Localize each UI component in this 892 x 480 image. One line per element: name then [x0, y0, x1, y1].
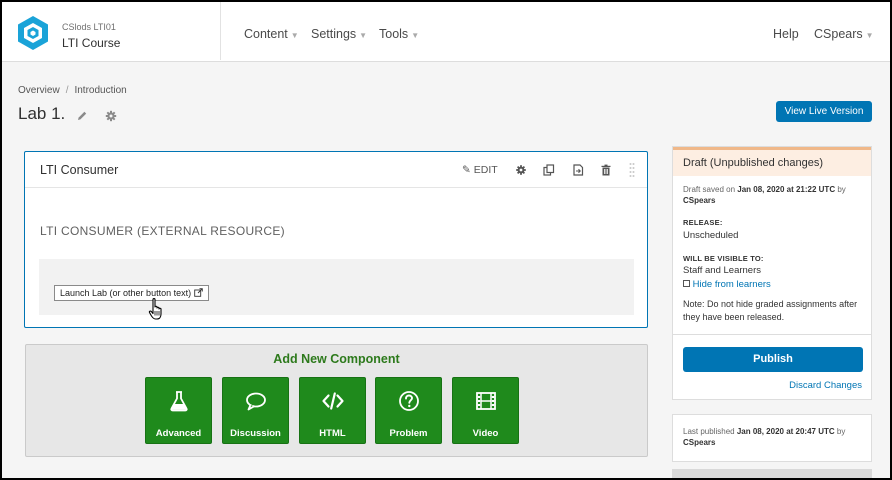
- page-title: Lab 1.: [18, 104, 66, 123]
- component-header: LTI Consumer ✎ EDIT: [25, 152, 647, 188]
- component-type-heading: LTI CONSUMER (EXTERNAL RESOURCE): [40, 224, 285, 238]
- add-advanced-label: Advanced: [155, 428, 202, 439]
- trash-icon[interactable]: [600, 164, 612, 176]
- help-link[interactable]: Help: [773, 27, 799, 41]
- user-name: CSpears: [814, 27, 863, 41]
- last-published-info: Last published Jan 08, 2020 at 20:47 UTC…: [683, 426, 867, 448]
- edit-button[interactable]: ✎ EDIT: [462, 164, 498, 176]
- lti-consumer-component: LTI Consumer ✎ EDIT LTI CONSUMER (EXTERN…: [24, 151, 648, 328]
- hide-from-learners-checkbox[interactable]: Hide from learners: [683, 279, 771, 290]
- code-icon: [322, 392, 344, 410]
- draft-saved-by-word: by: [837, 185, 846, 194]
- studio-logo-icon[interactable]: [16, 15, 50, 51]
- draft-saved-by: CSpears: [683, 196, 716, 205]
- hand-pointer-icon: [148, 298, 162, 320]
- hide-from-learners-label: Hide from learners: [692, 279, 771, 290]
- sidebar-divider: [673, 334, 871, 335]
- nav-content-menu[interactable]: Content ▼: [244, 27, 299, 41]
- question-circle-icon: [399, 391, 419, 411]
- duplicate-icon[interactable]: [543, 164, 555, 176]
- component-preview: Launch Lab (or other button text): [39, 259, 634, 315]
- add-html-label: HTML: [319, 428, 346, 439]
- nav-settings-label: Settings: [311, 27, 357, 41]
- breadcrumb-separator: /: [65, 85, 69, 96]
- chevron-down-icon: ▼: [359, 31, 368, 40]
- last-published-by: CSpears: [683, 438, 716, 447]
- comment-icon: [246, 392, 266, 411]
- gear-icon[interactable]: [515, 164, 527, 176]
- add-problem-button[interactable]: Problem: [375, 377, 442, 444]
- add-discussion-button[interactable]: Discussion: [222, 377, 289, 444]
- discard-changes-link[interactable]: Discard Changes: [789, 380, 862, 391]
- release-value: Unscheduled: [683, 230, 739, 241]
- draft-saved-date: Jan 08, 2020 at 21:22 UTC: [737, 185, 836, 194]
- view-live-button[interactable]: View Live Version: [776, 101, 872, 122]
- draft-saved-prefix: Draft saved on: [683, 185, 736, 194]
- drag-handle-icon[interactable]: [629, 162, 635, 178]
- last-published-date: Jan 08, 2020 at 20:47 UTC: [736, 427, 835, 436]
- release-label: RELEASE:: [683, 218, 723, 227]
- nav-settings-menu[interactable]: Settings ▼: [311, 27, 367, 41]
- pencil-icon: ✎: [462, 164, 471, 176]
- launch-lab-label: Launch Lab (or other button text): [60, 288, 192, 298]
- visibility-value: Staff and Learners: [683, 265, 761, 276]
- course-org: CSlods LTI01: [62, 22, 116, 32]
- last-published-card: Last published Jan 08, 2020 at 20:47 UTC…: [672, 414, 872, 462]
- add-component-panel: Add New Component Advanced Discussion HT…: [25, 344, 648, 457]
- next-card-edge: [672, 469, 872, 480]
- breadcrumb-introduction[interactable]: Introduction: [74, 85, 126, 96]
- gear-icon[interactable]: [105, 110, 117, 122]
- add-video-label: Video: [472, 428, 499, 439]
- breadcrumb: Overview / Introduction: [18, 85, 127, 96]
- chevron-down-icon: ▼: [411, 31, 420, 40]
- add-problem-label: Problem: [389, 428, 428, 439]
- draft-saved-info: Draft saved on Jan 08, 2020 at 21:22 UTC…: [683, 184, 867, 206]
- last-published-by-word: by: [836, 427, 846, 436]
- publish-status-card: Draft (Unpublished changes) Draft saved …: [672, 146, 872, 400]
- visibility-label: WILL BE VISIBLE TO:: [683, 254, 764, 263]
- user-menu[interactable]: CSpears ▼: [814, 27, 874, 41]
- nav-content-label: Content: [244, 27, 288, 41]
- launch-lab-button[interactable]: Launch Lab (or other button text): [54, 285, 209, 301]
- chevron-down-icon: ▼: [865, 31, 874, 40]
- nav-tools-label: Tools: [379, 27, 409, 41]
- course-title[interactable]: LTI Course: [62, 36, 120, 50]
- publish-button[interactable]: Publish: [683, 347, 863, 372]
- film-icon: [476, 392, 496, 410]
- breadcrumb-overview[interactable]: Overview: [18, 85, 60, 96]
- last-published-prefix: Last published: [683, 427, 735, 436]
- visibility-note: Note: Do not hide graded assignments aft…: [683, 299, 858, 322]
- header-divider: [220, 2, 221, 60]
- add-advanced-button[interactable]: Advanced: [145, 377, 212, 444]
- add-html-button[interactable]: HTML: [299, 377, 366, 444]
- chevron-down-icon: ▼: [290, 31, 299, 40]
- move-icon[interactable]: [572, 164, 584, 176]
- studio-header: CSlods LTI01 LTI Course Content ▼ Setting…: [2, 2, 890, 62]
- edit-label: EDIT: [473, 164, 498, 176]
- component-name: LTI Consumer: [40, 163, 119, 177]
- publish-status-title: Draft (Unpublished changes): [673, 147, 871, 176]
- pencil-icon[interactable]: [76, 110, 88, 122]
- add-video-button[interactable]: Video: [452, 377, 519, 444]
- add-discussion-label: Discussion: [230, 428, 281, 439]
- external-link-icon: [193, 288, 203, 297]
- flask-icon: [170, 391, 188, 412]
- checkbox-icon: [683, 280, 690, 287]
- nav-tools-menu[interactable]: Tools ▼: [379, 27, 419, 41]
- add-component-title: Add New Component: [273, 352, 400, 366]
